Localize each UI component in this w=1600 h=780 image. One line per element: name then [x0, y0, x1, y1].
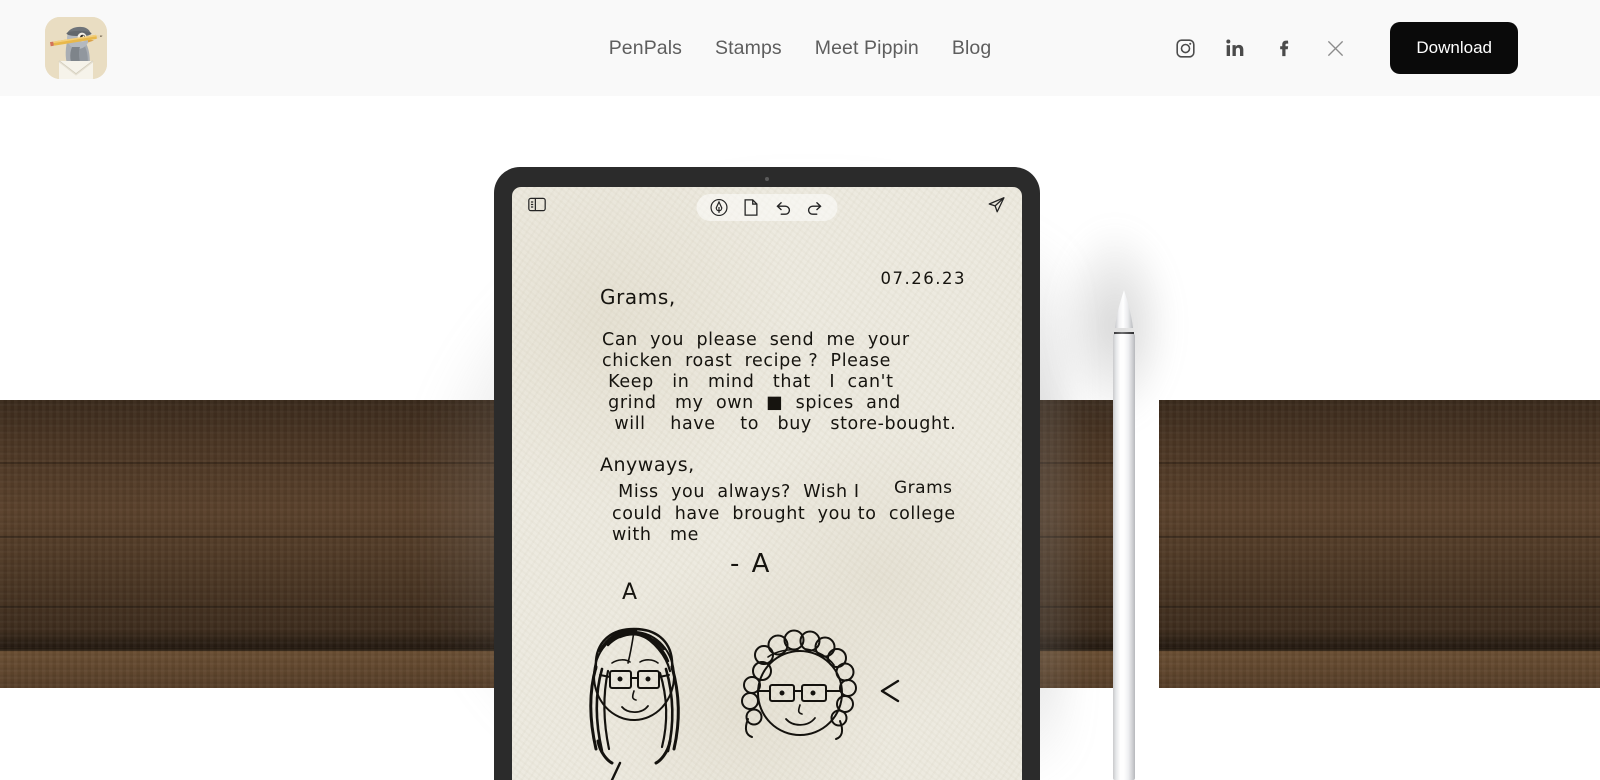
download-button[interactable]: Download: [1390, 22, 1518, 74]
self-label-arrow: [610, 761, 622, 780]
note-p1-line: Keep in mind that I can't: [602, 372, 894, 392]
instagram-link[interactable]: [1174, 37, 1196, 59]
note-app-toolbar: [512, 187, 1022, 231]
note-doodles: [512, 611, 1022, 780]
x-link[interactable]: [1324, 37, 1346, 59]
facebook-icon: [1280, 40, 1289, 57]
grams-label-arrow: [880, 679, 900, 703]
self-portrait-doodle: [589, 627, 680, 765]
site-header: PenPals Stamps Meet Pippin Blog Download: [0, 0, 1600, 96]
note-greeting: Grams,: [600, 285, 676, 309]
undo-icon: [776, 202, 791, 215]
grams-portrait-doodle: [741, 629, 857, 740]
facebook-link[interactable]: [1274, 37, 1296, 59]
linkedin-icon: [1226, 39, 1244, 56]
pen-tool-icon: [710, 198, 728, 217]
linkedin-link[interactable]: [1224, 37, 1246, 59]
self-doodle-label: A: [622, 580, 638, 605]
wood-band-gap: [1133, 400, 1159, 688]
tool-pill-group: [696, 194, 838, 221]
nav-item-blog[interactable]: Blog: [952, 37, 991, 60]
note-closing-line: Anyways,: [600, 454, 695, 476]
note-p2-line: with me: [612, 525, 700, 545]
landing-page: PenPals Stamps Meet Pippin Blog Download…: [0, 0, 1600, 780]
redo-button[interactable]: [806, 198, 825, 217]
instagram-icon: [1176, 38, 1195, 58]
social-links: [1174, 37, 1346, 59]
apple-pencil-stylus[interactable]: [1113, 290, 1135, 780]
nav-item-stamps[interactable]: Stamps: [715, 37, 782, 60]
pen-tool-button[interactable]: [710, 198, 729, 217]
header-actions: Download: [1174, 0, 1518, 96]
note-paragraph-1: Can you please send me your chicken roas…: [602, 330, 956, 435]
undo-button[interactable]: [774, 198, 793, 217]
note-p1-line: grind my own ■ spices and: [602, 393, 901, 413]
tablet-screen: 07.26.23 Grams, Can you please send me y…: [512, 187, 1022, 780]
tablet-device: 07.26.23 Grams, Can you please send me y…: [494, 167, 1040, 780]
note-signature: - A: [730, 549, 772, 579]
pencil-body: [1113, 334, 1135, 780]
nav-item-meet-pippin[interactable]: Meet Pippin: [815, 37, 919, 60]
pencil-tip-icon: [1115, 290, 1133, 328]
sidebar-toggle-icon: [528, 197, 546, 212]
page-icon: [744, 199, 758, 216]
nav-item-penpals[interactable]: PenPals: [609, 37, 682, 60]
sidebar-toggle-button[interactable]: [528, 197, 546, 212]
send-button[interactable]: [987, 195, 1006, 214]
note-p1-line: Can you please send me your: [602, 330, 910, 350]
x-icon: [1327, 40, 1343, 56]
front-camera-dot: [765, 177, 769, 181]
note-p1-line: chicken roast recipe ? Please: [602, 351, 891, 371]
redo-icon: [807, 202, 822, 215]
page-tool-button[interactable]: [742, 198, 761, 217]
grams-doodle-label: Grams: [894, 478, 953, 498]
two-faces-drawing: [589, 627, 900, 780]
note-p1-line: will have to buy store-bought.: [602, 414, 957, 434]
note-p2-line: could have brought you to college: [612, 503, 956, 524]
send-paper-plane-icon: [988, 197, 1005, 213]
note-date: 07.26.23: [880, 269, 966, 288]
